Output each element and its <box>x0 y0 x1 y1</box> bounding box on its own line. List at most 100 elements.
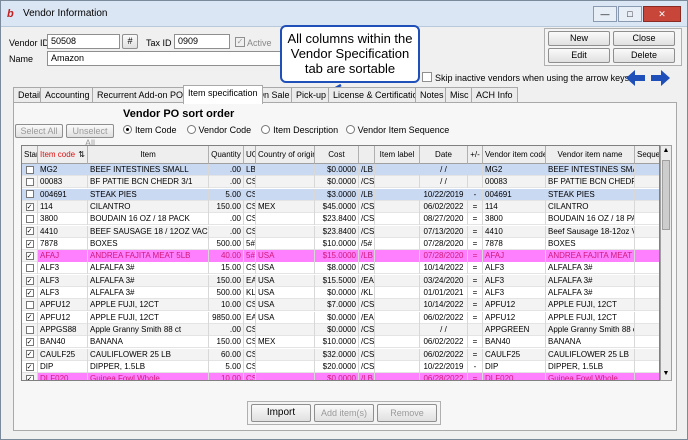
standard-checkbox[interactable]: ✓ <box>25 350 34 359</box>
close-window-button[interactable]: ✕ <box>643 6 681 22</box>
column-header-2[interactable]: Item code ⇅ <box>38 146 88 164</box>
tax-id-field[interactable]: 0909 <box>174 34 230 49</box>
tab-recurrent-addon[interactable]: Recurrent Add-on PO's <box>92 87 195 103</box>
remove-button[interactable]: Remove <box>377 404 437 422</box>
standard-cell[interactable]: ✓ <box>22 237 38 250</box>
standard-checkbox[interactable]: ✓ <box>25 288 34 297</box>
standard-checkbox[interactable] <box>25 301 34 310</box>
table-row[interactable]: 004691STEAK PIES5.00CS$3.0000/LB10/22/20… <box>22 188 659 201</box>
grid-vertical-scrollbar[interactable]: ▲ ▼ <box>660 145 672 381</box>
standard-checkbox[interactable]: ✓ <box>25 202 34 211</box>
sort-option-item-code[interactable]: Item Code <box>123 125 177 135</box>
standard-cell[interactable]: ✓ <box>22 336 38 349</box>
table-row[interactable]: APFU12APPLE FUJI, 12CT10.00CSUSA$7.0000/… <box>22 299 659 312</box>
standard-cell[interactable]: ✓ <box>22 250 38 263</box>
table-row[interactable]: ✓ APFU12 APPLE FUJI, 12CT 9850.00 EA USA $0.00… <box>22 311 659 324</box>
standard-checkbox[interactable]: ✓ <box>25 239 34 248</box>
standard-checkbox[interactable]: ✓ <box>25 227 34 236</box>
table-row[interactable]: ✓CAULF25CAULIFLOWER 25 LB60.00CS$32.0000… <box>22 348 659 361</box>
tab-item-specification[interactable]: Item specification <box>183 85 263 104</box>
column-header-8[interactable] <box>359 146 375 164</box>
standard-cell[interactable] <box>22 213 38 226</box>
new-button[interactable]: New <box>548 31 610 46</box>
column-header-14[interactable]: Sequence <box>635 146 659 164</box>
standard-cell[interactable] <box>22 262 38 275</box>
standard-cell[interactable] <box>22 164 38 176</box>
column-header-3[interactable]: Item <box>88 146 209 164</box>
standard-checkbox[interactable]: ✓ <box>25 276 34 285</box>
standard-checkbox[interactable] <box>25 178 34 187</box>
table-row[interactable]: ✓DLF020Guinea Fowl Whole10.00CS$0.0000/L… <box>22 373 659 380</box>
standard-cell[interactable] <box>22 176 38 189</box>
table-row[interactable]: APPGS88Apple Granny Smith 88 ct.00CS$0.0… <box>22 323 659 336</box>
standard-checkbox[interactable]: ✓ <box>25 313 34 322</box>
tab-ach-info[interactable]: ACH Info <box>471 87 518 103</box>
delete-button[interactable]: Delete <box>613 48 675 63</box>
standard-cell[interactable]: ✓ <box>22 373 38 380</box>
standard-checkbox[interactable] <box>25 215 34 224</box>
standard-cell[interactable] <box>22 188 38 201</box>
standard-checkbox[interactable] <box>25 325 34 334</box>
standard-cell[interactable] <box>22 299 38 312</box>
column-header-6[interactable]: Country of origin <box>256 146 315 164</box>
next-record-arrow-icon[interactable] <box>651 70 670 86</box>
column-header-9[interactable]: Item label <box>375 146 420 164</box>
standard-cell[interactable]: ✓ <box>22 311 38 324</box>
standard-cell[interactable] <box>22 323 38 336</box>
table-row[interactable]: ✓DIPDIPPER, 1.5LB5.00CS$20.0000/CS10/22/… <box>22 360 659 373</box>
maximize-button[interactable]: □ <box>618 6 642 22</box>
standard-cell[interactable]: ✓ <box>22 348 38 361</box>
column-header-11[interactable]: +/- <box>468 146 483 164</box>
sort-option-item-description[interactable]: Item Description <box>261 125 338 135</box>
sort-option-vendor-code[interactable]: Vendor Code <box>186 125 251 135</box>
table-row[interactable]: 3800BOUDAIN 16 OZ / 18 PACK.00CS$23.8400… <box>22 213 659 226</box>
scroll-down-arrow-icon[interactable]: ▼ <box>662 370 670 377</box>
tab-misc[interactable]: Misc <box>445 87 474 103</box>
table-row[interactable]: ✓BAN40BANANA150.00CSMEX$10.0000/CS06/02/… <box>22 336 659 349</box>
standard-checkbox[interactable]: ✓ <box>25 362 34 371</box>
close-button[interactable]: Close <box>613 31 675 46</box>
column-header-10[interactable]: Date <box>420 146 468 164</box>
minimize-button[interactable]: — <box>593 6 617 22</box>
skip-inactive-checkbox[interactable] <box>422 72 432 82</box>
standard-checkbox[interactable]: ✓ <box>25 251 34 260</box>
standard-cell[interactable]: ✓ <box>22 274 38 287</box>
previous-record-arrow-icon[interactable] <box>626 70 645 86</box>
standard-cell[interactable]: ✓ <box>22 225 38 238</box>
vendor-name-field[interactable]: Amazon <box>47 51 285 66</box>
select-all-button[interactable]: Select All <box>15 124 63 138</box>
edit-button[interactable]: Edit <box>548 48 610 63</box>
add-items-button[interactable]: Add item(s) <box>314 404 374 422</box>
vendor-lookup-button[interactable]: # <box>122 34 138 49</box>
scroll-up-arrow-icon[interactable]: ▲ <box>662 147 670 154</box>
column-header-12[interactable]: Vendor item code <box>483 146 546 164</box>
standard-checkbox[interactable]: ✓ <box>25 338 34 347</box>
column-header-7[interactable]: Cost <box>315 146 359 164</box>
table-row[interactable]: MG2 BEEF INTESTINES SMALL .00 LB $0.0000/LB /… <box>22 164 659 176</box>
table-row[interactable]: ✓ AFAJ ANDREA FAJITA MEAT 5LB 40.00 5# USA $15… <box>22 250 659 263</box>
scrollbar-thumb[interactable] <box>662 160 670 230</box>
tab-accounting[interactable]: Accounting <box>40 87 95 103</box>
active-checkbox[interactable]: ✓ <box>235 37 245 47</box>
import-button[interactable]: Import <box>251 404 311 422</box>
table-row[interactable]: ALF3ALFALFA 3#15.00CSUSA$8.0000/CS10/14/… <box>22 262 659 275</box>
table-row[interactable]: ✓ ALF3 ALFALFA 3# 500.00 KL USA $0.0000/KL 01/0… <box>22 287 659 299</box>
vendor-id-field[interactable]: 50508 <box>47 34 120 49</box>
standard-cell[interactable]: ✓ <box>22 200 38 213</box>
standard-checkbox[interactable] <box>25 165 34 174</box>
unselect-all-button[interactable]: Unselect All <box>66 124 114 148</box>
column-header-13[interactable]: Vendor item name <box>546 146 635 164</box>
column-header-4[interactable]: Quantity <box>209 146 244 164</box>
tab-pick-up[interactable]: Pick-up <box>291 87 332 103</box>
column-header-1[interactable]: Standard <box>22 146 38 164</box>
table-row[interactable]: ✓4410BEEF SAUSAGE 18 / 12OZ VAC.00CS$23.… <box>22 225 659 238</box>
standard-checkbox[interactable] <box>25 190 34 199</box>
standard-cell[interactable]: ✓ <box>22 360 38 373</box>
standard-cell[interactable]: ✓ <box>22 287 38 299</box>
table-row[interactable]: 00083BF PATTIE BCN CHEDR 3/1.00CS$0.0000… <box>22 176 659 189</box>
sort-option-vendor-item-sequence[interactable]: Vendor Item Sequence <box>345 125 449 135</box>
standard-checkbox[interactable] <box>25 264 34 273</box>
column-header-5[interactable]: UOM <box>244 146 256 164</box>
table-row[interactable]: ✓114CILANTRO150.00CSMEX$45.0000/CS06/02/… <box>22 200 659 213</box>
table-row[interactable]: ✓ ALF3 ALFALFA 3# 150.00 EA USA $15.5000/EA 03/… <box>22 274 659 287</box>
